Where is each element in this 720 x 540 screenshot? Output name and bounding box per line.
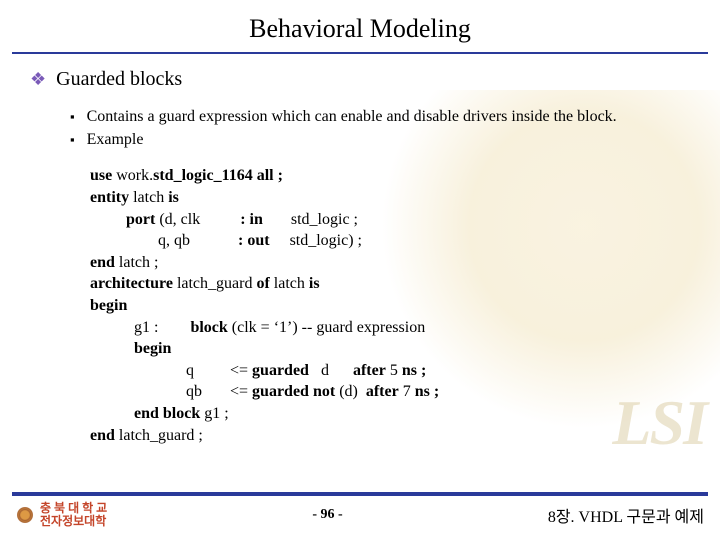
code-example: use work.std_logic_1164 all ; entity lat… — [90, 165, 694, 446]
page-number: - 96 - — [312, 507, 342, 523]
page-title: Behavioral Modeling — [0, 0, 720, 52]
bullet-text: Contains a guard expression which can en… — [87, 105, 617, 128]
content-area: ❖ Guarded blocks ▪ Contains a guard expr… — [0, 54, 720, 446]
section-title: Guarded blocks — [56, 68, 182, 91]
footer: 충 북 대 학 교 전자정보대학 - 96 - 8장. VHDL 구문과 예제 — [0, 492, 720, 540]
university-name-2: 전자정보대학 — [40, 515, 107, 528]
university-name-1: 충 북 대 학 교 — [40, 502, 107, 515]
bullet-list: ▪ Contains a guard expression which can … — [70, 105, 694, 151]
square-bullet-icon: ▪ — [70, 108, 75, 128]
square-bullet-icon: ▪ — [70, 131, 75, 151]
footer-divider — [12, 492, 708, 496]
university-logo-icon — [16, 506, 34, 524]
diamond-bullet-icon: ❖ — [30, 69, 46, 90]
university-badge: 충 북 대 학 교 전자정보대학 — [16, 502, 107, 527]
list-item: ▪ Contains a guard expression which can … — [70, 105, 694, 128]
section-heading: ❖ Guarded blocks — [30, 68, 694, 91]
list-item: ▪ Example — [70, 128, 694, 151]
bullet-text: Example — [87, 128, 144, 151]
chapter-label: 8장. VHDL 구문과 예제 — [548, 503, 704, 527]
